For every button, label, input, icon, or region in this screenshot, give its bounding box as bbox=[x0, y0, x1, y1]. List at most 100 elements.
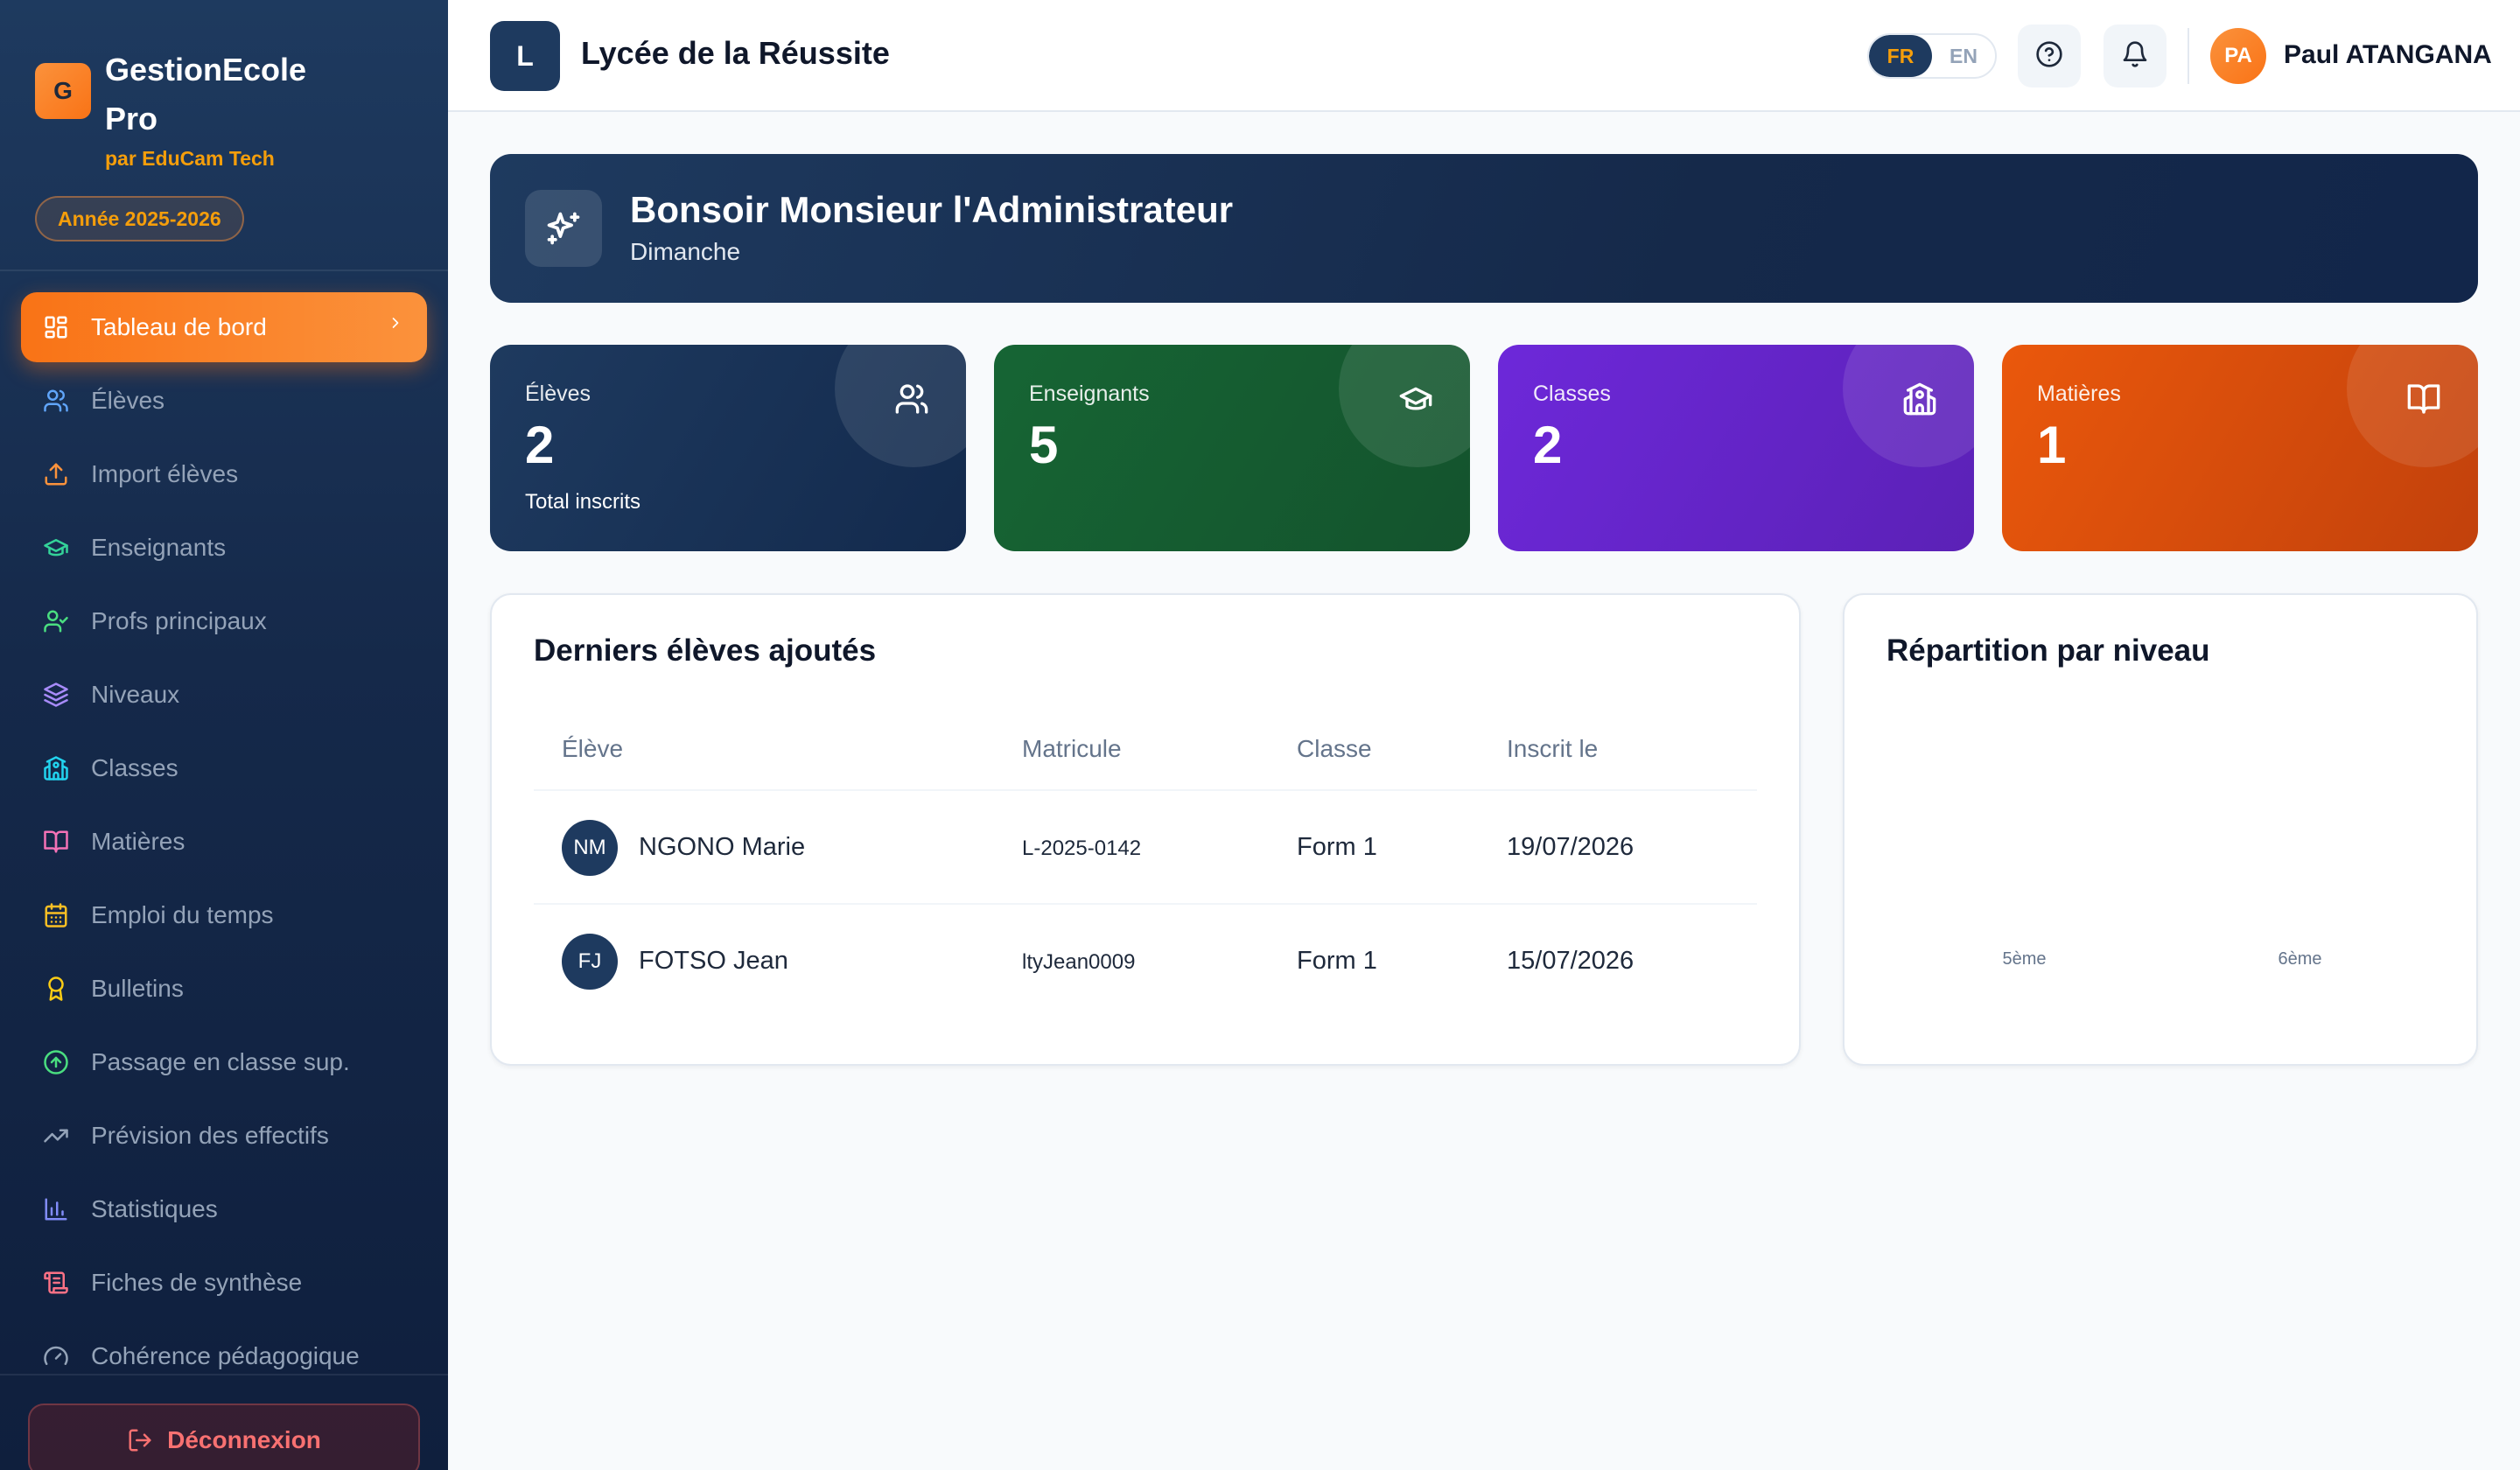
sidebar-item-label: Bulletins bbox=[91, 975, 184, 1002]
sidebar-item-label: Tableau de bord bbox=[91, 313, 267, 340]
school-icon bbox=[42, 754, 70, 782]
calendar-icon bbox=[42, 901, 70, 929]
table-row[interactable]: NM NGONO Marie L-2025-0142 Form 1 19/07/2026 bbox=[534, 791, 1757, 905]
sidebar-item-9[interactable]: Bulletins bbox=[21, 954, 427, 1024]
chart-category-label: 6ème bbox=[2278, 949, 2321, 969]
sidebar-item-8[interactable]: Emploi du temps bbox=[21, 880, 427, 950]
avatar: NM bbox=[562, 820, 618, 876]
student-class: Form 1 bbox=[1297, 947, 1377, 975]
top-header: L Lycée de la Réussite FR EN PA Paul ATA… bbox=[448, 0, 2520, 112]
sidebar-item-label: Profs principaux bbox=[91, 607, 267, 634]
user-check-icon bbox=[42, 607, 70, 635]
divider bbox=[0, 1374, 448, 1376]
column-header: Élève bbox=[562, 735, 624, 762]
sidebar-item-14[interactable]: Cohérence pédagogique bbox=[21, 1321, 427, 1391]
table-row[interactable]: FJ FOTSO Jean ltyJean0009 Form 1 15/07/2026 bbox=[534, 905, 1757, 1018]
lang-fr-button[interactable]: FR bbox=[1869, 35, 1932, 77]
notifications-button[interactable] bbox=[2104, 24, 2166, 88]
student-name: FOTSO Jean bbox=[639, 947, 788, 975]
student-name: NGONO Marie bbox=[639, 833, 806, 861]
book-open-icon bbox=[2404, 380, 2443, 418]
sidebar-item-13[interactable]: Fiches de synthèse bbox=[21, 1248, 427, 1318]
user-name[interactable]: Paul ATANGANA bbox=[2284, 40, 2492, 70]
gauge-icon bbox=[42, 1342, 70, 1370]
student-matricule: L-2025-0142 bbox=[1022, 836, 1142, 860]
stat-value: 2 bbox=[1533, 416, 1563, 474]
sidebar-item-label: Statistiques bbox=[91, 1195, 218, 1222]
welcome-subtitle: Dimanche bbox=[630, 238, 741, 265]
student-class: Form 1 bbox=[1297, 833, 1377, 861]
trending-up-icon bbox=[42, 1122, 70, 1150]
students-table: Élève Matricule Classe Inscrit le NM NGON… bbox=[534, 707, 1757, 1018]
sidebar-item-label: Import élèves bbox=[91, 460, 239, 487]
sidebar-item-label: Matières bbox=[91, 828, 186, 855]
lang-en-button[interactable]: EN bbox=[1932, 35, 1995, 77]
bar-chart-icon bbox=[42, 1195, 70, 1223]
school-year-badge: Année 2025-2026 bbox=[35, 196, 244, 242]
brand-subtitle: par EduCam Tech bbox=[105, 147, 275, 170]
users-icon bbox=[892, 380, 931, 418]
book-icon bbox=[42, 828, 70, 856]
school-logo: L bbox=[490, 21, 560, 91]
sidebar-item-label: Enseignants bbox=[91, 534, 227, 561]
stat-label: Classes bbox=[1533, 382, 1611, 406]
sidebar-item-label: Passage en classe sup. bbox=[91, 1048, 350, 1075]
welcome-banner: Bonsoir Monsieur l'Administrateur Dimanc… bbox=[490, 154, 2478, 303]
sidebar-item-label: Classes bbox=[91, 754, 178, 781]
stat-card-3[interactable]: Matières 1 bbox=[2002, 345, 2478, 551]
school-name: Lycée de la Réussite bbox=[581, 35, 890, 71]
sidebar-item-6[interactable]: Classes bbox=[21, 733, 427, 803]
chart-title: Répartition par niveau bbox=[1886, 634, 2210, 668]
table-header: Élève Matricule Classe Inscrit le bbox=[534, 707, 1757, 791]
sidebar: G GestionEcole Pro par EduCam Tech Année… bbox=[0, 0, 448, 1470]
stat-card-0[interactable]: Élèves 2 Total inscrits bbox=[490, 345, 966, 551]
welcome-title: Bonsoir Monsieur l'Administrateur bbox=[630, 189, 1234, 230]
sidebar-item-11[interactable]: Prévision des effectifs bbox=[21, 1101, 427, 1171]
chart-category-label: 5ème bbox=[2002, 949, 2046, 969]
level-distribution-panel: Répartition par niveau 5ème 6ème bbox=[1843, 593, 2478, 1066]
upload-icon bbox=[42, 460, 70, 488]
help-icon bbox=[2035, 40, 2063, 73]
brand-logo: G bbox=[35, 63, 91, 119]
column-header: Inscrit le bbox=[1507, 735, 1599, 762]
sidebar-item-2[interactable]: Import élèves bbox=[21, 439, 427, 509]
sidebar-item-7[interactable]: Matières bbox=[21, 807, 427, 877]
help-button[interactable] bbox=[2018, 24, 2081, 88]
level-distribution-chart: 5ème 6ème bbox=[2002, 949, 2321, 969]
student-matricule: ltyJean0009 bbox=[1022, 950, 1136, 974]
sidebar-item-3[interactable]: Enseignants bbox=[21, 513, 427, 583]
logout-label: Déconnexion bbox=[167, 1426, 321, 1453]
sidebar-item-1[interactable]: Élèves bbox=[21, 366, 427, 436]
sidebar-item-label: Fiches de synthèse bbox=[91, 1269, 303, 1296]
sidebar-item-0[interactable]: Tableau de bord bbox=[21, 292, 427, 362]
stat-value: 2 bbox=[525, 416, 555, 474]
scroll-icon bbox=[42, 1269, 70, 1297]
sidebar-item-4[interactable]: Profs principaux bbox=[21, 586, 427, 656]
sidebar-item-label: Élèves bbox=[91, 387, 165, 414]
student-date: 15/07/2026 bbox=[1507, 947, 1634, 975]
sidebar-item-label: Prévision des effectifs bbox=[91, 1122, 329, 1149]
stat-card-1[interactable]: Enseignants 5 bbox=[994, 345, 1470, 551]
dashboard-icon bbox=[42, 313, 70, 341]
sidebar-item-10[interactable]: Passage en classe sup. bbox=[21, 1027, 427, 1097]
users-icon bbox=[42, 387, 70, 415]
language-toggle: FR EN bbox=[1867, 33, 1997, 79]
logout-icon bbox=[127, 1427, 153, 1453]
sidebar-item-label: Emploi du temps bbox=[91, 901, 274, 928]
stat-card-2[interactable]: Classes 2 bbox=[1498, 345, 1974, 551]
chevron-right-icon bbox=[387, 313, 404, 338]
sparkles-icon bbox=[525, 190, 602, 267]
stat-label: Enseignants bbox=[1029, 382, 1150, 406]
stat-value: 1 bbox=[2037, 416, 2067, 474]
user-avatar[interactable]: PA bbox=[2210, 28, 2266, 84]
award-icon bbox=[42, 975, 70, 1003]
stat-note: Total inscrits bbox=[525, 490, 641, 514]
bell-icon bbox=[2121, 40, 2149, 73]
logout-button[interactable]: Déconnexion bbox=[28, 1404, 420, 1470]
panel-title: Derniers élèves ajoutés bbox=[534, 634, 877, 668]
graduation-cap-icon bbox=[1396, 380, 1435, 418]
sidebar-item-label: Niveaux bbox=[91, 681, 180, 708]
sidebar-item-5[interactable]: Niveaux bbox=[21, 660, 427, 730]
sidebar-item-12[interactable]: Statistiques bbox=[21, 1174, 427, 1244]
layers-icon bbox=[42, 681, 70, 709]
